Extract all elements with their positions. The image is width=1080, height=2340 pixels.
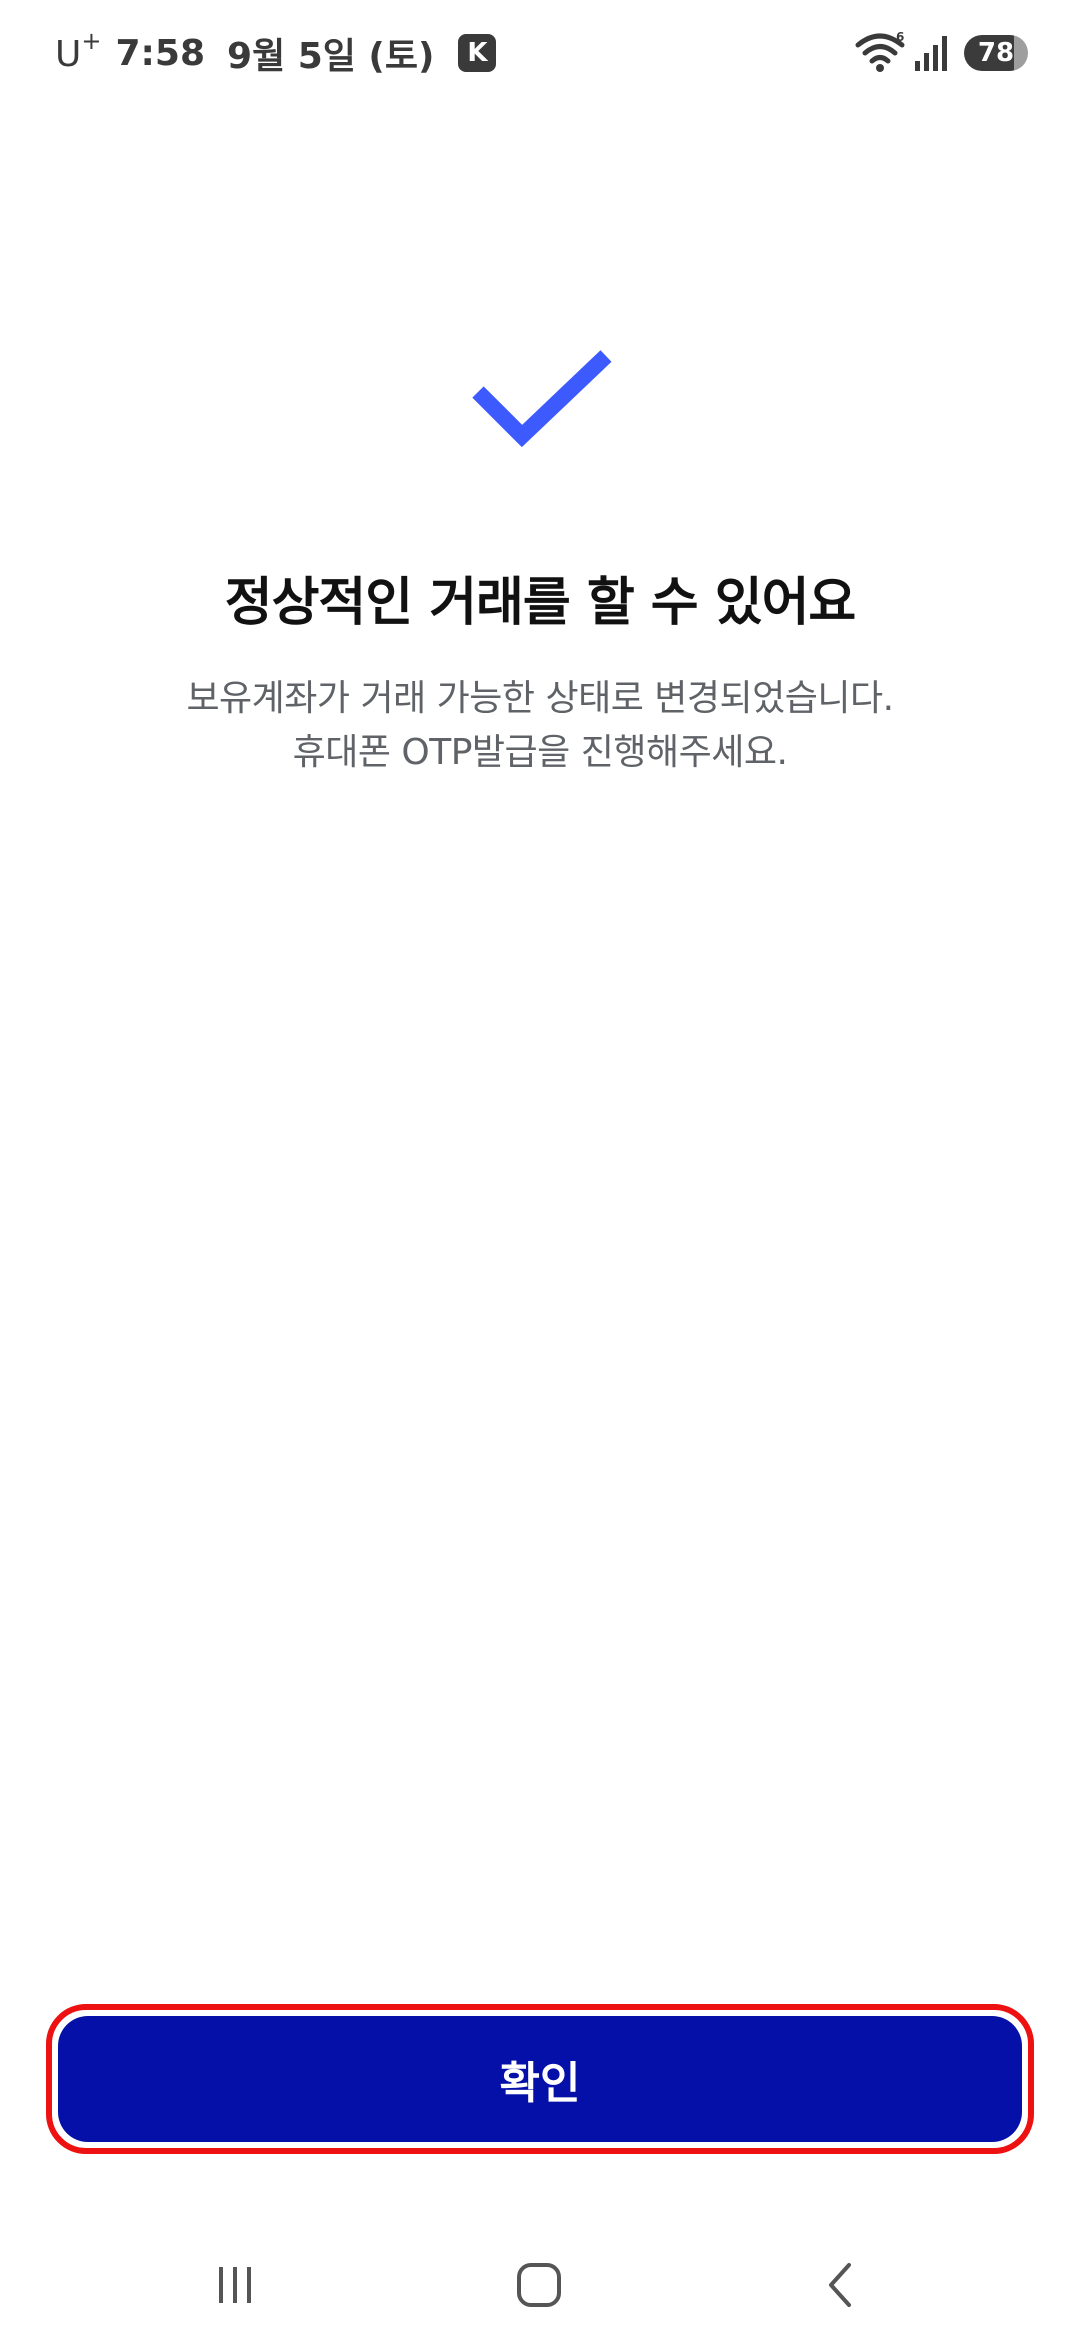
- status-left: U+ 7:58 9월 5일 (토) K: [55, 26, 497, 80]
- status-bar: U+ 7:58 9월 5일 (토) K 6 78: [0, 0, 1080, 110]
- status-date: 9월 5일 (토): [227, 36, 435, 77]
- wifi-icon: 6: [855, 31, 905, 72]
- k-app-badge: K: [458, 34, 497, 72]
- back-icon: [829, 2263, 851, 2307]
- status-time: 7:58: [115, 32, 206, 74]
- status-right: 6 78: [854, 26, 1028, 80]
- checkmark-icon: [472, 350, 612, 448]
- page-title: 정상적인 거래를 할 수 있어요: [224, 573, 857, 633]
- navigation-bar: [0, 2230, 1080, 2340]
- back-button[interactable]: [796, 2250, 886, 2320]
- recent-apps-button[interactable]: [190, 2250, 280, 2320]
- battery-level: 78: [977, 38, 1015, 68]
- signal-icon: [915, 36, 947, 71]
- carrier-label: U+: [55, 27, 102, 75]
- home-icon: [517, 2263, 561, 2307]
- home-button[interactable]: [494, 2250, 584, 2320]
- recent-apps-icon: [219, 2267, 251, 2303]
- description-line-2: 휴대폰 OTP발급을 진행해주세요.: [292, 732, 788, 773]
- confirm-button[interactable]: 확인: [58, 2016, 1022, 2142]
- battery-icon: 78: [964, 35, 1028, 71]
- description-line-1: 보유계좌가 거래 가능한 상태로 변경되었습니다.: [186, 678, 894, 719]
- svg-text:6: 6: [896, 31, 904, 44]
- description: 보유계좌가 거래 가능한 상태로 변경되었습니다. 휴대폰 OTP발급을 진행해…: [0, 672, 1080, 780]
- confirm-button-highlight: 확인: [46, 2004, 1034, 2154]
